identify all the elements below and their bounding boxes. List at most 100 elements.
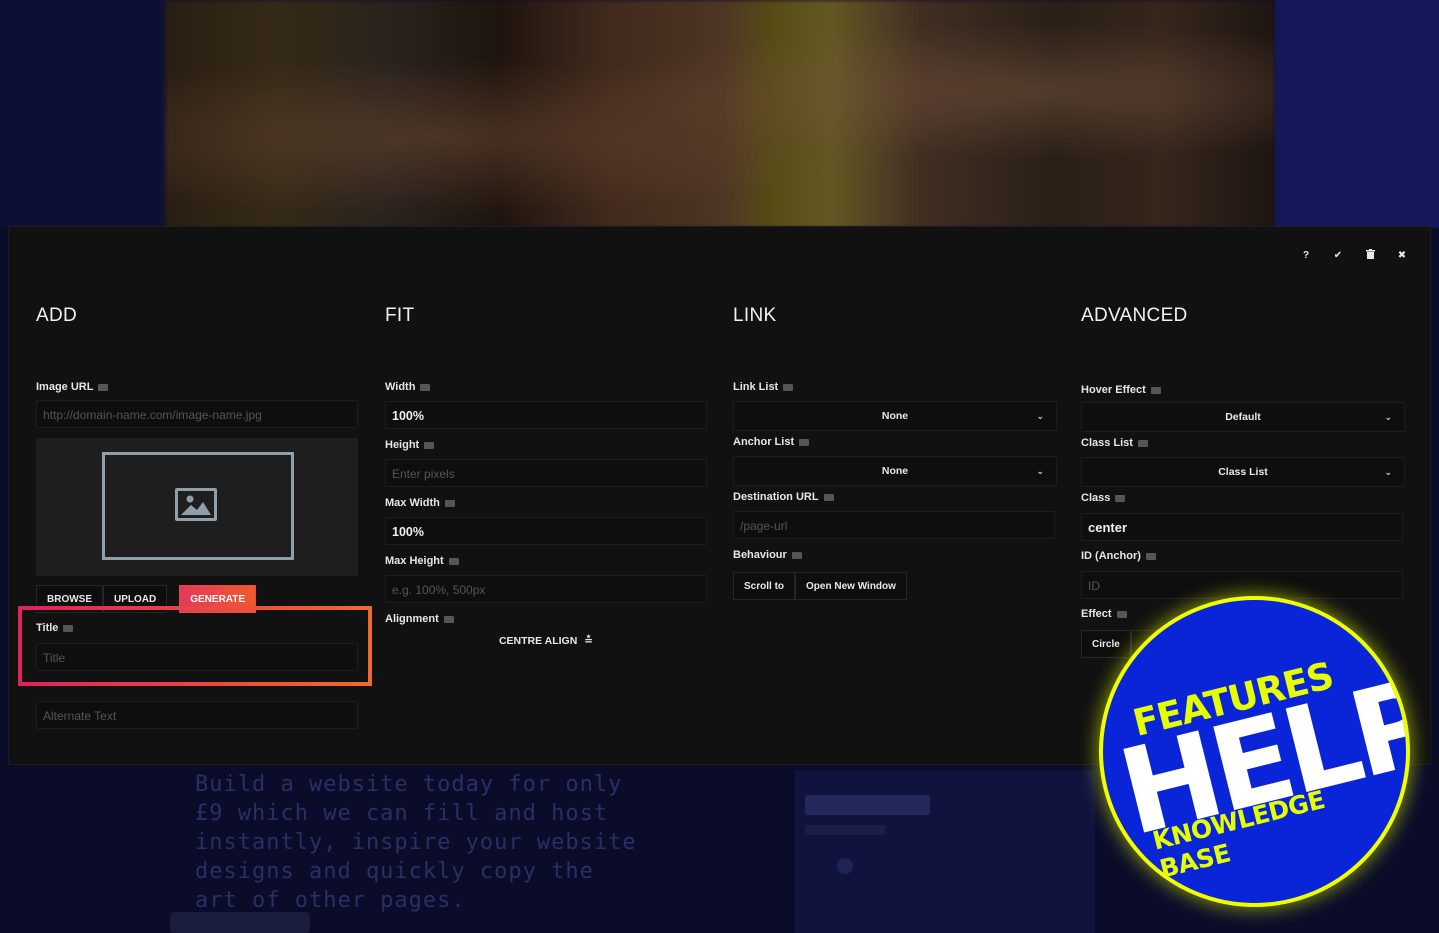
max-height-label-text: Max Height xyxy=(385,555,444,567)
class-list-label: Class List xyxy=(1081,436,1148,450)
info-icon xyxy=(1116,610,1127,618)
info-icon xyxy=(823,493,834,501)
link-list-value: None xyxy=(881,410,909,422)
effect-circle-button[interactable]: Circle xyxy=(1081,630,1131,658)
anchor-list-select[interactable]: None ⌄ xyxy=(733,456,1057,486)
background-hero-image xyxy=(165,0,1275,228)
height-input[interactable]: Enter pixels xyxy=(385,459,707,487)
image-url-label: Image URL xyxy=(36,380,109,394)
width-input[interactable]: 100% xyxy=(385,401,707,429)
chevron-down-icon: ⌄ xyxy=(1036,411,1044,421)
chevron-down-icon: ⌄ xyxy=(1384,412,1392,422)
link-column: LINK Link List None ⌄ Anchor List None ⌄… xyxy=(733,305,1057,600)
info-icon xyxy=(444,499,455,507)
hover-effect-select[interactable]: Default ⌄ xyxy=(1081,402,1405,432)
hover-effect-label-text: Hover Effect xyxy=(1081,384,1146,396)
info-icon xyxy=(799,438,810,446)
info-icon xyxy=(1150,386,1161,394)
background-card xyxy=(795,770,1095,933)
class-label-text: Class xyxy=(1081,492,1111,504)
id-anchor-label: ID (Anchor) xyxy=(1081,549,1156,563)
anchor-list-label-text: Anchor List xyxy=(733,436,795,448)
class-list-value: Class List xyxy=(1218,466,1268,478)
add-column: ADD Image URL http://domain-name.com/ima… xyxy=(36,305,358,729)
anchor-list-label: Anchor List xyxy=(733,435,810,449)
background-card-icon xyxy=(837,858,853,874)
class-input[interactable]: center xyxy=(1081,513,1403,541)
centre-align-button[interactable]: CENTRE ALIGN ≛ xyxy=(385,635,707,647)
id-anchor-label-text: ID (Anchor) xyxy=(1081,550,1141,562)
info-icon xyxy=(443,615,454,623)
modal-toolbar: ? ✔ ✖ xyxy=(1300,249,1408,263)
advanced-column: ADVANCED Hover Effect Default ⌄ Class Li… xyxy=(1081,305,1405,658)
link-list-label-text: Link List xyxy=(733,381,779,393)
alignment-label-text: Alignment xyxy=(385,613,439,625)
height-label-text: Height xyxy=(385,439,420,451)
advanced-heading: ADVANCED xyxy=(1081,305,1188,326)
destination-url-label-text: Destination URL xyxy=(733,491,819,503)
effect-label-text: Effect xyxy=(1081,608,1112,620)
close-icon[interactable]: ✖ xyxy=(1396,249,1408,263)
info-icon xyxy=(420,383,431,391)
fit-heading: FIT xyxy=(385,305,415,326)
align-center-icon: ≛ xyxy=(584,635,594,647)
info-icon xyxy=(424,441,435,449)
image-placeholder-icon xyxy=(175,488,217,521)
help-icon[interactable]: ? xyxy=(1300,249,1312,263)
class-list-select[interactable]: Class List ⌄ xyxy=(1081,457,1405,487)
background-card-subtext xyxy=(805,825,885,835)
behaviour-label: Behaviour xyxy=(733,548,802,562)
info-icon xyxy=(1137,439,1148,447)
open-new-window-button[interactable]: Open New Window xyxy=(795,572,907,600)
destination-url-input[interactable]: /page-url xyxy=(733,511,1055,539)
max-width-label-text: Max Width xyxy=(385,497,440,509)
image-url-input[interactable]: http://domain-name.com/image-name.jpg xyxy=(36,400,358,428)
destination-url-label: Destination URL xyxy=(733,490,834,504)
hover-effect-value: Default xyxy=(1225,411,1261,423)
background-right-panel xyxy=(1275,0,1439,228)
background-left-panel xyxy=(0,0,165,228)
title-field-highlight xyxy=(18,606,372,686)
id-anchor-input[interactable]: ID xyxy=(1081,571,1403,599)
max-height-input[interactable]: e.g. 100%, 500px xyxy=(385,575,707,603)
background-button xyxy=(170,912,310,933)
image-preview[interactable] xyxy=(36,438,358,576)
info-icon xyxy=(1115,494,1126,502)
image-preview-frame xyxy=(102,452,294,560)
link-heading: LINK xyxy=(733,305,777,326)
max-width-label: Max Width xyxy=(385,496,455,510)
info-icon xyxy=(1145,552,1156,560)
max-height-label: Max Height xyxy=(385,554,459,568)
alternate-text-input[interactable]: Alternate Text xyxy=(36,701,358,729)
class-label: Class xyxy=(1081,491,1126,505)
info-icon xyxy=(791,551,802,559)
confirm-icon[interactable]: ✔ xyxy=(1332,249,1344,263)
info-icon xyxy=(783,383,794,391)
effect-label: Effect xyxy=(1081,607,1127,621)
features-help-badge[interactable]: FEATURES HELP KNOWLEDGE BASE xyxy=(1103,600,1406,903)
background-body-text: Build a website today for only £9 which … xyxy=(195,772,637,913)
centre-align-label: CENTRE ALIGN xyxy=(498,635,578,647)
scroll-to-button[interactable]: Scroll to xyxy=(733,572,796,600)
alignment-label: Alignment xyxy=(385,612,454,626)
background-card-heading xyxy=(805,795,930,815)
height-label: Height xyxy=(385,438,435,452)
info-icon xyxy=(98,383,109,391)
behaviour-label-text: Behaviour xyxy=(733,549,787,561)
hover-effect-label: Hover Effect xyxy=(1081,383,1161,397)
behaviour-buttons: Scroll to Open New Window xyxy=(733,572,907,600)
width-label: Width xyxy=(385,380,431,394)
info-icon xyxy=(448,557,459,565)
max-width-input[interactable]: 100% xyxy=(385,517,707,545)
width-label-text: Width xyxy=(385,381,416,393)
add-heading: ADD xyxy=(36,305,78,326)
trash-icon[interactable] xyxy=(1364,249,1376,263)
chevron-down-icon: ⌄ xyxy=(1384,467,1392,477)
link-list-select[interactable]: None ⌄ xyxy=(733,401,1057,431)
image-url-label-text: Image URL xyxy=(36,381,94,393)
fit-column: FIT Width 100% Height Enter pixels Max W… xyxy=(385,305,707,647)
link-list-label: Link List xyxy=(733,380,794,394)
class-list-label-text: Class List xyxy=(1081,437,1133,449)
anchor-list-value: None xyxy=(881,465,909,477)
chevron-down-icon: ⌄ xyxy=(1036,466,1044,476)
